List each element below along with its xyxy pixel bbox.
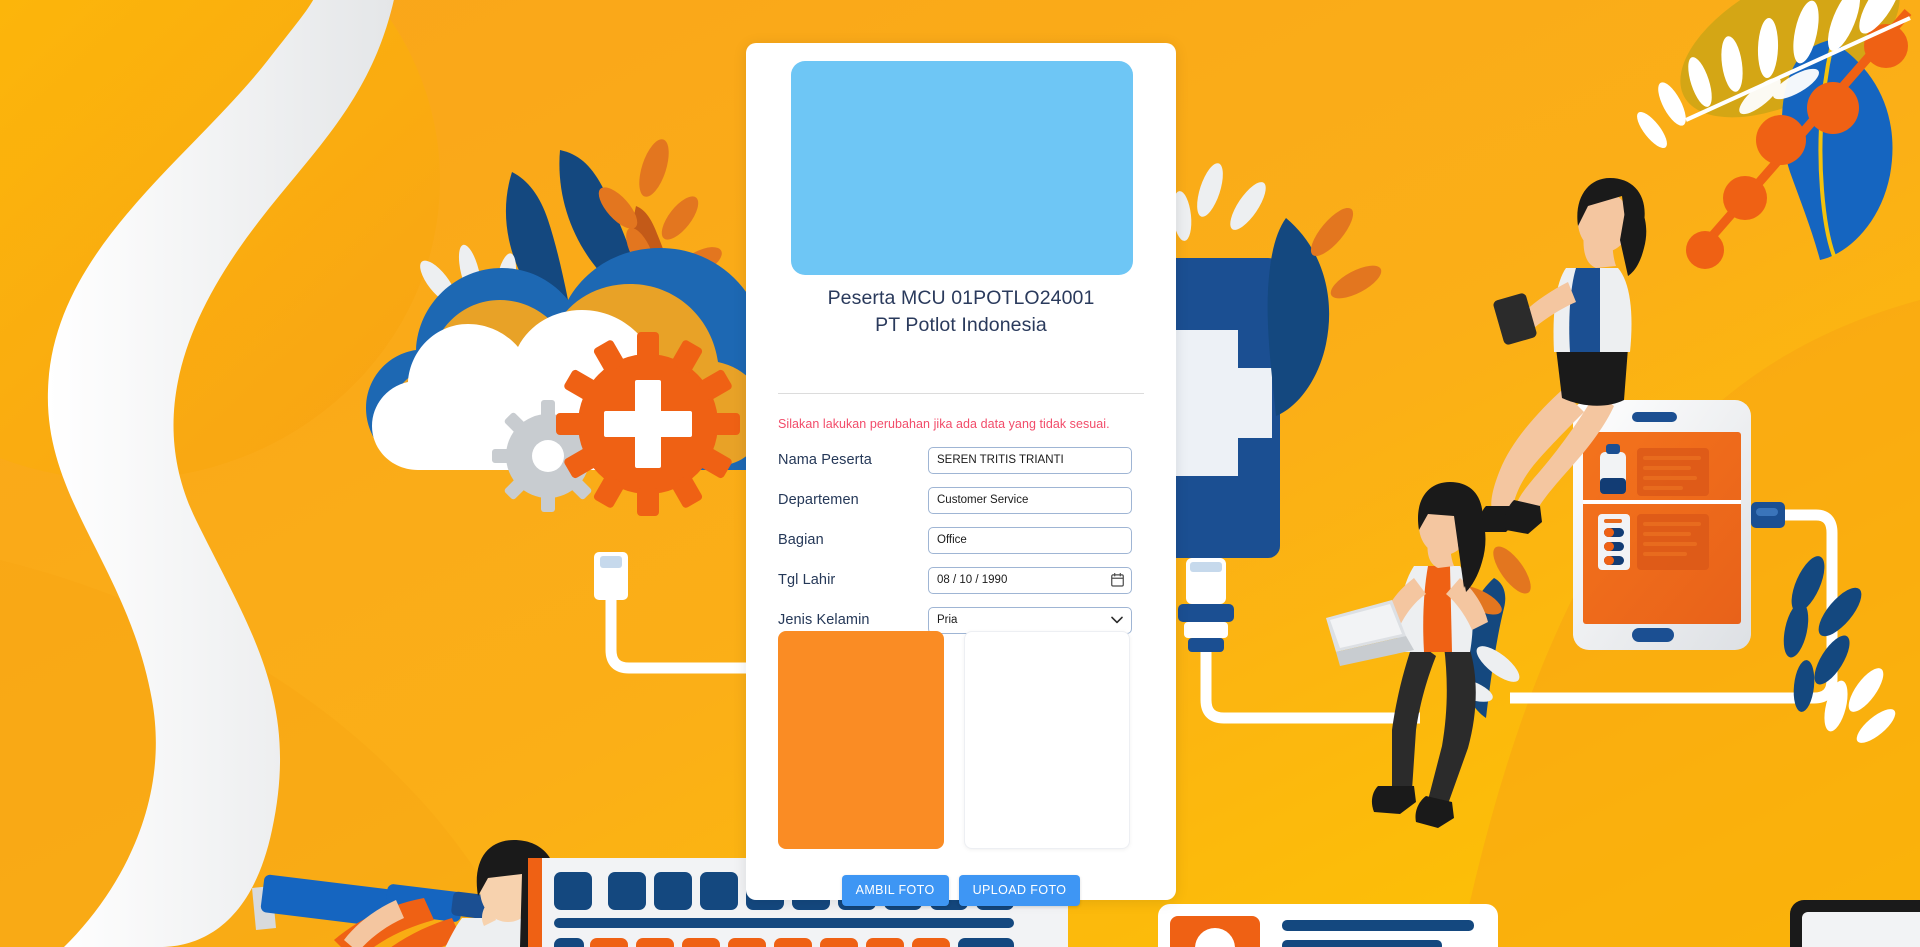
- tgl-lahir-input[interactable]: 08 / 10 / 1990: [928, 566, 1132, 594]
- form-row-bagian: Bagian: [778, 523, 1144, 557]
- departemen-input[interactable]: [928, 486, 1132, 514]
- bagian-input[interactable]: [928, 526, 1132, 554]
- label-jenis-kelamin: Jenis Kelamin: [778, 612, 870, 628]
- nama-peserta-input[interactable]: [928, 446, 1132, 474]
- form-row-nama-peserta: Nama Peserta: [778, 443, 1144, 477]
- form-row-departemen: Departemen: [778, 483, 1144, 517]
- title-divider: [778, 393, 1144, 394]
- device-bottom-right: [1790, 900, 1920, 947]
- upload-foto-button[interactable]: UPLOAD FOTO: [958, 875, 1081, 906]
- monitor-illustration: [1158, 904, 1498, 947]
- page-title-line-1: Peserta MCU 01POTLO24001: [827, 287, 1095, 309]
- control-bagian: [928, 526, 1132, 554]
- foto-thumbnail-empty[interactable]: [964, 631, 1130, 849]
- card-title-block: Peserta MCU 01POTLO24001 PT Potlot Indon…: [746, 285, 1176, 339]
- page-title-line-2: PT Potlot Indonesia: [875, 313, 1047, 336]
- control-tgl-lahir: 08 / 10 / 1990: [928, 566, 1132, 594]
- label-tgl-lahir: Tgl Lahir: [778, 572, 836, 588]
- control-nama-peserta: [928, 446, 1132, 474]
- label-bagian: Bagian: [778, 532, 824, 548]
- jenis-kelamin-select[interactable]: Pria: [928, 606, 1132, 634]
- jenis-kelamin-value: Pria: [937, 614, 958, 626]
- app-root: Peserta MCU 01POTLO24001 PT Potlot Indon…: [0, 0, 1920, 947]
- tgl-lahir-value: 08 / 10 / 1990: [937, 574, 1008, 586]
- foto-thumbnail-captured[interactable]: [778, 631, 944, 849]
- peserta-mcu-card: Peserta MCU 01POTLO24001 PT Potlot Indon…: [746, 43, 1176, 906]
- label-nama-peserta: Nama Peserta: [778, 452, 872, 468]
- edit-notice-text: Silakan lakukan perubahan jika ada data …: [778, 417, 1110, 431]
- participant-form: Nama Peserta Departemen Bagian: [778, 439, 1144, 637]
- control-jenis-kelamin: Pria: [928, 606, 1132, 634]
- control-departemen: [928, 486, 1132, 514]
- card-actions: AMBIL FOTO UPLOAD FOTO: [746, 875, 1176, 906]
- photo-preview-placeholder[interactable]: [791, 61, 1133, 275]
- ambil-foto-button[interactable]: AMBIL FOTO: [841, 875, 949, 906]
- photo-thumbnails: [778, 631, 1144, 849]
- label-departemen: Departemen: [778, 492, 859, 508]
- form-row-tgl-lahir: Tgl Lahir 08 / 10 / 1990: [778, 563, 1144, 597]
